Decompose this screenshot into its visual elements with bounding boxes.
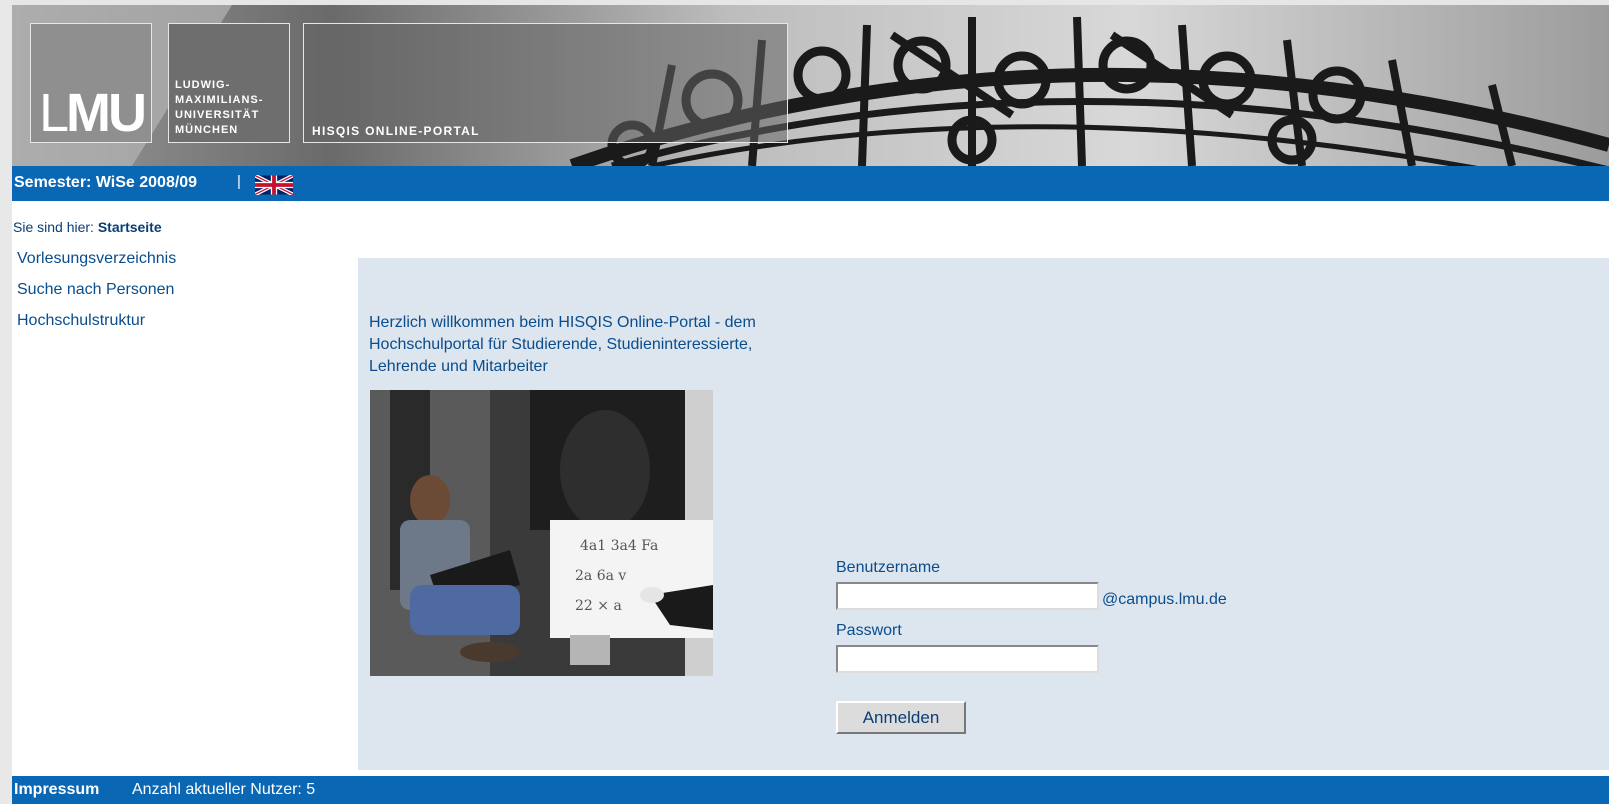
university-name: LUDWIG- MAXIMILIANS- UNIVERSITÄT MÜNCHEN [175,78,263,138]
university-name-line: UNIVERSITÄT [175,109,260,121]
portal-title-box: HISQIS ONLINE-PORTAL [303,23,788,143]
nav-item-vorlesungsverzeichnis[interactable]: Vorlesungsverzeichnis [17,250,176,268]
nav-item-suche-nach-personen[interactable]: Suche nach Personen [17,281,174,299]
portal-title: HISQIS ONLINE-PORTAL [312,124,480,138]
breadcrumb-prefix: Sie sind hier: [13,219,94,235]
page: LMU LUDWIG- MAXIMILIANS- UNIVERSITÄT MÜN… [0,0,1609,804]
lmu-logo-text: LMU [39,83,147,143]
content-panel: Herzlich willkommen beim HISQIS Online-P… [358,258,1609,770]
semester-bar: Semester: WiSe 2008/09 | [12,166,1609,201]
breadcrumb-current[interactable]: Startseite [98,219,162,235]
header-banner: LMU LUDWIG- MAXIMILIANS- UNIVERSITÄT MÜN… [12,5,1609,166]
login-button[interactable]: Anmelden [836,701,966,734]
breadcrumb: Sie sind hier: Startseite [13,219,162,235]
page-edge [0,0,12,804]
svg-text:2a 6a v: 2a 6a v [575,568,626,584]
svg-text:22 × a: 22 × a [575,598,622,614]
university-name-line: LUDWIG- [175,79,231,91]
username-label: Benutzername [836,559,941,576]
password-label: Passwort [836,622,902,639]
lmu-logo[interactable]: LMU [30,23,152,143]
semester-label: Semester: WiSe 2008/09 [14,174,198,191]
svg-text:4a1 3a4 Fa: 4a1 3a4 Fa [580,538,658,554]
welcome-text: Herzlich willkommen beim HISQIS Online-P… [369,314,756,375]
separator: | [237,173,241,190]
students-photo: 4a1 3a4 Fa 2a 6a v 22 × a [370,390,713,676]
university-name-box: LUDWIG- MAXIMILIANS- UNIVERSITÄT MÜNCHEN [168,23,290,143]
impressum-link[interactable]: Impressum [14,781,99,799]
nav-item-hochschulstruktur[interactable]: Hochschulstruktur [17,312,145,330]
university-name-line: MAXIMILIANS- [175,94,264,106]
uk-flag-icon[interactable] [255,175,293,195]
user-count: Anzahl aktueller Nutzer: 5 [132,781,316,798]
domain-suffix: @campus.lmu.de [1102,591,1227,608]
username-input[interactable] [836,582,1099,610]
footer-bar: Impressum Anzahl aktueller Nutzer: 5 [12,776,1609,804]
university-name-line: MÜNCHEN [175,124,239,136]
password-input[interactable] [836,645,1099,673]
